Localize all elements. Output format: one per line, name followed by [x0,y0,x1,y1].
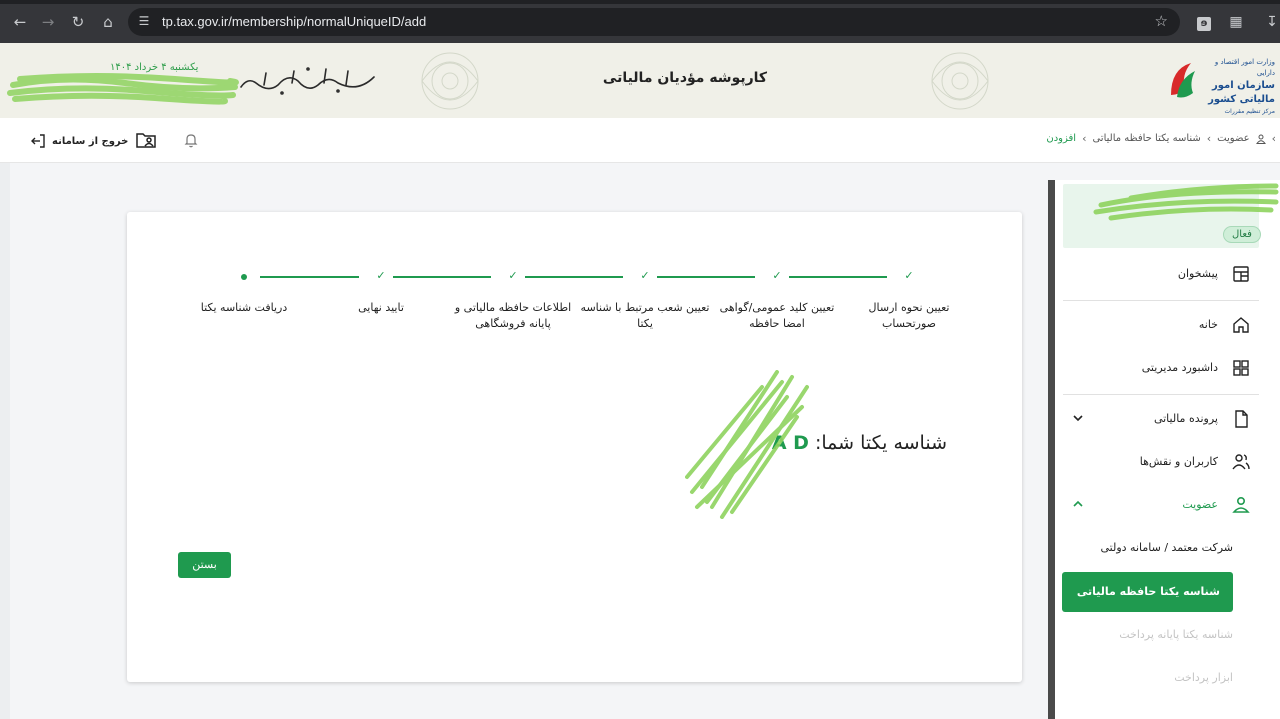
step-check-icon: ✓ [508,269,518,282]
url-text[interactable]: tp.tax.gov.ir/membership/normalUniqueID/… [162,14,426,29]
close-button[interactable]: بستن [178,552,231,578]
step-current-dot [241,274,247,280]
breadcrumb-separator-icon: › [1271,132,1276,145]
tax-organization-logo[interactable]: وزارت امور اقتصاد و دارایی سازمان امور م… [1165,53,1275,115]
reload-icon[interactable]: ↻ [68,12,88,32]
logo-line: مرکز تنظیم مقررات [1224,108,1275,115]
notification-bell-icon[interactable] [184,132,198,148]
bookmark-star-icon[interactable]: ☆ [1155,12,1168,30]
chevron-up-icon[interactable] [1072,498,1084,510]
step-check-icon: ✓ [640,269,650,282]
flag-emblem-icon [1171,63,1195,98]
step-connector [393,276,491,278]
page-gutter [0,163,10,719]
step-check-icon: ✓ [376,269,386,282]
breadcrumb: › عضویت › شناسه یکتا حافظه مالیاتی › افز… [1046,132,1276,145]
logout-label: خروج از سامانه [52,135,129,147]
step-connector [789,276,887,278]
breadcrumb-item[interactable]: عضویت [1217,133,1249,144]
submenu-item-label: شرکت معتمد / سامانه دولتی [1100,541,1234,554]
submenu-item-label: ابزار پرداخت [1174,671,1233,684]
breadcrumb-item[interactable]: شناسه یکتا حافظه مالیاتی [1092,133,1200,144]
download-icon[interactable]: ↧ [1262,12,1280,32]
extensions-puzzle-icon[interactable]: ▦ [1226,12,1246,32]
redaction-scribble [1093,183,1279,221]
step-connector [260,276,359,278]
logout-button[interactable]: خروج از سامانه [30,132,128,150]
step-label: تعیین نحوه ارسال صورتحساب [868,301,950,330]
logo-text: وزارت امور اقتصاد و دارایی سازمان امور م… [1201,57,1275,117]
redaction-scribble [7,73,239,105]
breadcrumb-current: افزودن [1046,133,1077,144]
page-title: کارپوشه مؤدیان مالیاتی [602,70,768,86]
top-toolbar: خروج از سامانه › عضویت › شناسه یکتا حافظ… [0,118,1280,163]
step-label: تایید نهایی [358,301,404,314]
ornament-pattern [931,52,989,110]
sidebar-scrollbar[interactable] [1048,180,1055,719]
site-banner: یکشنبه ۴ خرداد ۱۴۰۴ کارپوشه مؤدیان مالیا… [0,43,1280,118]
users-icon [1232,454,1250,470]
sidebar-item-label: عضویت [1182,498,1218,511]
sidebar-item-desk[interactable]: پیشخوان [1055,255,1280,293]
logo-line: وزارت امور اقتصاد و دارایی [1214,58,1275,77]
site-info-icon[interactable]: ☰ [136,13,152,29]
sidebar-item-label: خانه [1198,318,1218,331]
folder-user-icon[interactable] [136,130,156,150]
sidebar-item-label: کاربران و نقش‌ها [1139,455,1218,468]
sidebar-item-dashboard[interactable]: داشبورد مدیریتی [1055,349,1280,387]
dashboard-tiles-icon [1233,266,1249,282]
submenu-item-payment-tools: ابزار پرداخت [1055,659,1255,697]
unique-id-label: شناسه یکتا شما: [814,432,947,454]
redaction-scribble [685,370,809,519]
tab-strip [0,0,1280,4]
user-icon [1255,134,1266,144]
browser-toolbar: ← → ↻ ⌂ ☰ tp.tax.gov.ir/membership/norma… [0,0,1280,43]
step-connector [525,276,623,278]
grid-icon [1233,360,1249,376]
sidebar-item-home[interactable]: خانه [1055,306,1280,344]
breadcrumb-separator-icon: › [1206,132,1212,145]
submenu-item-memory-uid[interactable]: شناسه یکتا حافظه مالیاتی [1062,572,1233,612]
slogan-calligraphy [240,67,375,95]
sidebar-divider [1063,394,1259,395]
logo-line: سازمان امور مالیاتی کشور [1208,80,1275,105]
logout-icon [31,134,45,148]
step-label: تعیین شعب مرتبط با شناسه یکتا [580,301,710,330]
ornament-pattern [421,52,479,110]
sidebar-item-users-roles[interactable]: کاربران و نقش‌ها [1055,443,1280,481]
progress-stepper: ✓ ✓ ✓ ✓ ✓ تعیین نحوه ارسال صورتحساب تعیی… [127,212,1022,352]
step-label: اطلاعات حافظه مالیاتی و پایانه فروشگاهی [454,301,572,330]
extension-icon[interactable]: ɘ [1194,12,1214,32]
unique-id-card: ✓ ✓ ✓ ✓ ✓ تعیین نحوه ارسال صورتحساب تعیی… [127,212,1022,682]
submenu-item-label: شناسه یکتا پایانه پرداخت [1119,628,1233,641]
address-bar[interactable]: ☰ tp.tax.gov.ir/membership/normalUniqueI… [128,8,1180,36]
sidebar-item-label: پیشخوان [1177,267,1218,280]
step-connector [657,276,755,278]
step-check-icon: ✓ [772,269,782,282]
sidebar: فعال پیشخوان خانه داشبورد مدیریتی پرونده… [1055,180,1280,719]
forward-icon[interactable]: → [38,12,58,32]
sidebar-item-tax-file[interactable]: پرونده مالیاتی [1055,400,1280,438]
sidebar-item-label: داشبورد مدیریتی [1141,361,1218,374]
step-check-icon: ✓ [904,269,914,282]
file-icon [1235,410,1248,428]
chevron-down-icon[interactable] [1072,412,1084,424]
back-icon[interactable]: ← [10,12,30,32]
step-label: دریافت شناسه یکتا [200,301,288,314]
submenu-item-trusted-company[interactable]: شرکت معتمد / سامانه دولتی [1055,529,1255,567]
sidebar-divider [1063,300,1259,301]
user-icon [1232,496,1250,513]
sidebar-item-label: پرونده مالیاتی [1153,412,1218,425]
status-badge: فعال [1223,226,1261,243]
breadcrumb-separator-icon: › [1082,132,1087,145]
submenu-item-label: شناسه یکتا حافظه مالیاتی [1076,585,1220,598]
home-icon [1233,317,1249,333]
home-browser-icon[interactable]: ⌂ [98,12,118,32]
sidebar-item-membership[interactable]: عضویت [1055,486,1280,524]
step-label: تعیین کلید عمومی/گواهی امضا حافظه [719,301,835,330]
submenu-item-payment-terminal-uid: شناسه یکتا پایانه پرداخت [1055,616,1255,654]
